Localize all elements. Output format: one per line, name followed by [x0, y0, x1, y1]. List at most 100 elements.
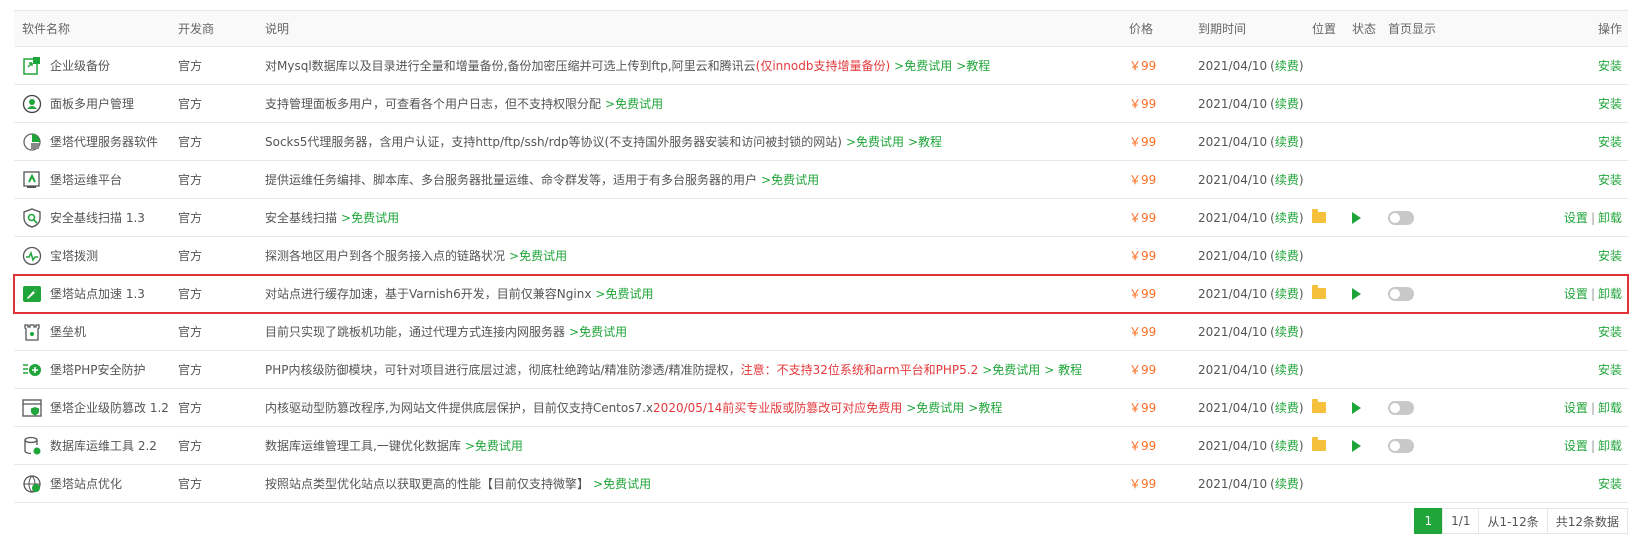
tutorial-link[interactable]: >教程 — [956, 57, 990, 74]
home-display-toggle[interactable] — [1388, 286, 1414, 301]
renew-link[interactable]: 续费 — [1275, 323, 1299, 340]
expire-date: 2021/04/10 — [1198, 476, 1268, 491]
expire-cell: 2021/04/10(续费) — [1198, 475, 1304, 492]
plugin-price: ￥99 — [1129, 325, 1157, 339]
plugin-name[interactable]: 堡塔站点优化 — [50, 475, 122, 492]
free-trial-link[interactable]: >免费试用 — [593, 475, 651, 492]
renew-link[interactable]: 续费 — [1275, 361, 1299, 378]
settings-link[interactable]: 设置 — [1564, 399, 1588, 416]
tutorial-link[interactable]: >教程 — [968, 399, 1002, 416]
plugin-name[interactable]: 堡塔企业级防篡改 1.2 — [50, 399, 169, 416]
description-text: Socks5代理服务器，含用户认证，支持http/ftp/ssh/rdp等协议(… — [265, 135, 842, 149]
free-trial-link[interactable]: >免费试用 — [465, 437, 523, 454]
free-trial-link[interactable]: >免费试用 — [595, 285, 653, 302]
renew-link[interactable]: 续费 — [1275, 209, 1299, 226]
home-display-cell — [1388, 199, 1448, 236]
renew-link[interactable]: 续费 — [1275, 133, 1299, 150]
plugin-name[interactable]: 堡塔站点加速 1.3 — [50, 285, 145, 302]
uninstall-link[interactable]: 卸载 — [1598, 437, 1622, 454]
renew-link[interactable]: 续费 — [1275, 57, 1299, 74]
free-trial-link[interactable]: >免费试用 — [906, 399, 964, 416]
renew-link[interactable]: 续费 — [1275, 171, 1299, 188]
description-note: 2020/05/14前买专业版或防篡改可对应免费用 — [653, 401, 903, 415]
free-trial-link[interactable]: >免费试用 — [846, 133, 904, 150]
renew-link[interactable]: 续费 — [1275, 247, 1299, 264]
operation-cell: 安装 — [1522, 161, 1622, 198]
install-link[interactable]: 安装 — [1598, 171, 1622, 188]
tutorial-link[interactable]: > 教程 — [1044, 361, 1082, 378]
play-icon[interactable] — [1352, 439, 1361, 452]
tutorial-link[interactable]: >教程 — [908, 133, 942, 150]
renew-link[interactable]: 续费 — [1275, 475, 1299, 492]
install-link[interactable]: 安装 — [1598, 95, 1622, 112]
plugin-name[interactable]: 堡垒机 — [50, 323, 86, 340]
plugin-developer: 官方 — [178, 135, 203, 149]
location-cell — [1312, 389, 1342, 426]
plugin-name-cell: 堡塔PHP安全防护 — [22, 351, 172, 388]
plugin-name[interactable]: 面板多用户管理 — [50, 95, 134, 112]
uninstall-link[interactable]: 卸载 — [1598, 285, 1622, 302]
plugin-name[interactable]: 宝塔拨测 — [50, 247, 98, 264]
free-trial-link[interactable]: >免费试用 — [761, 171, 819, 188]
install-link[interactable]: 安装 — [1598, 323, 1622, 340]
plugin-name[interactable]: 数据库运维工具 2.2 — [50, 437, 157, 454]
plugin-table: 软件名称 开发商 说明 价格 到期时间 位置 状态 首页显示 操作 企业级备份官… — [13, 10, 1629, 503]
folder-icon[interactable] — [1312, 399, 1326, 413]
install-link[interactable]: 安装 — [1598, 57, 1622, 74]
free-trial-link[interactable]: >免费试用 — [341, 209, 399, 226]
install-link[interactable]: 安装 — [1598, 361, 1622, 378]
free-trial-link[interactable]: >免费试用 — [509, 247, 567, 264]
page-range: 从1-12条 — [1478, 508, 1548, 534]
plugin-price: ￥99 — [1129, 135, 1157, 149]
settings-link[interactable]: 设置 — [1564, 209, 1588, 226]
backup-icon — [22, 56, 42, 76]
play-icon[interactable] — [1352, 401, 1361, 414]
plugin-name[interactable]: 堡塔运维平台 — [50, 171, 122, 188]
settings-link[interactable]: 设置 — [1564, 285, 1588, 302]
page-current[interactable]: 1 — [1413, 508, 1444, 534]
install-link[interactable]: 安装 — [1598, 247, 1622, 264]
plugin-name[interactable]: 堡塔代理服务器软件 — [50, 133, 158, 150]
plugin-name[interactable]: 安全基线扫描 1.3 — [50, 209, 145, 226]
home-display-toggle[interactable] — [1388, 438, 1414, 453]
install-link[interactable]: 安装 — [1598, 475, 1622, 492]
home-display-toggle[interactable] — [1388, 210, 1414, 225]
operation-cell: 设置 | 卸载 — [1563, 285, 1622, 302]
renew-link[interactable]: 续费 — [1275, 399, 1299, 416]
plugin-price: ￥99 — [1129, 287, 1157, 301]
free-trial-link[interactable]: >免费试用 — [982, 361, 1040, 378]
plugin-name-cell: 安全基线扫描 1.3 — [22, 199, 172, 236]
plugin-developer: 官方 — [178, 439, 203, 453]
renew-link[interactable]: 续费 — [1275, 95, 1299, 112]
database-tool-icon — [22, 436, 42, 456]
plugin-name[interactable]: 堡塔PHP安全防护 — [50, 361, 146, 378]
plugin-name-cell: 宝塔拨测 — [22, 237, 172, 274]
uninstall-link[interactable]: 卸载 — [1598, 399, 1622, 416]
status-cell — [1352, 427, 1382, 464]
play-icon[interactable] — [1352, 287, 1361, 300]
settings-link[interactable]: 设置 — [1564, 437, 1588, 454]
folder-icon[interactable] — [1312, 285, 1326, 299]
header-expire: 到期时间 — [1198, 22, 1247, 36]
folder-icon[interactable] — [1312, 437, 1326, 451]
plugin-price: ￥99 — [1129, 477, 1157, 491]
uninstall-link[interactable]: 卸载 — [1598, 209, 1622, 226]
expire-cell: 2021/04/10(续费) — [1198, 209, 1304, 226]
expire-cell: 2021/04/10(续费) — [1198, 247, 1304, 264]
expire-date: 2021/04/10 — [1198, 134, 1268, 149]
free-trial-link[interactable]: >免费试用 — [605, 95, 663, 112]
renew-link[interactable]: 续费 — [1275, 285, 1299, 302]
plugin-name[interactable]: 企业级备份 — [50, 57, 110, 74]
table-row: 面板多用户管理 官方 支持管理面板多用户，可查看各个用户日志，但不支持权限分配 >免费… — [14, 85, 1628, 123]
renew-link[interactable]: 续费 — [1275, 437, 1299, 454]
home-display-toggle[interactable] — [1388, 400, 1414, 415]
install-link[interactable]: 安装 — [1598, 133, 1622, 150]
folder-icon[interactable] — [1312, 209, 1326, 223]
free-trial-link[interactable]: >免费试用 — [569, 323, 627, 340]
table-row: 宝塔拨测 官方 探测各地区用户到各个服务接入点的链路状况 >免费试用 ￥99 2021/0… — [14, 237, 1628, 275]
description-text: 目前只实现了跳板机功能，通过代理方式连接内网服务器 — [265, 325, 566, 339]
table-row: 堡塔站点优化 官方 按照站点类型优化站点以获取更高的性能【目前仅支持微擎】 >免费试用… — [14, 465, 1628, 503]
expire-date: 2021/04/10 — [1198, 248, 1268, 263]
play-icon[interactable] — [1352, 211, 1361, 224]
free-trial-link[interactable]: >免费试用 — [894, 57, 952, 74]
